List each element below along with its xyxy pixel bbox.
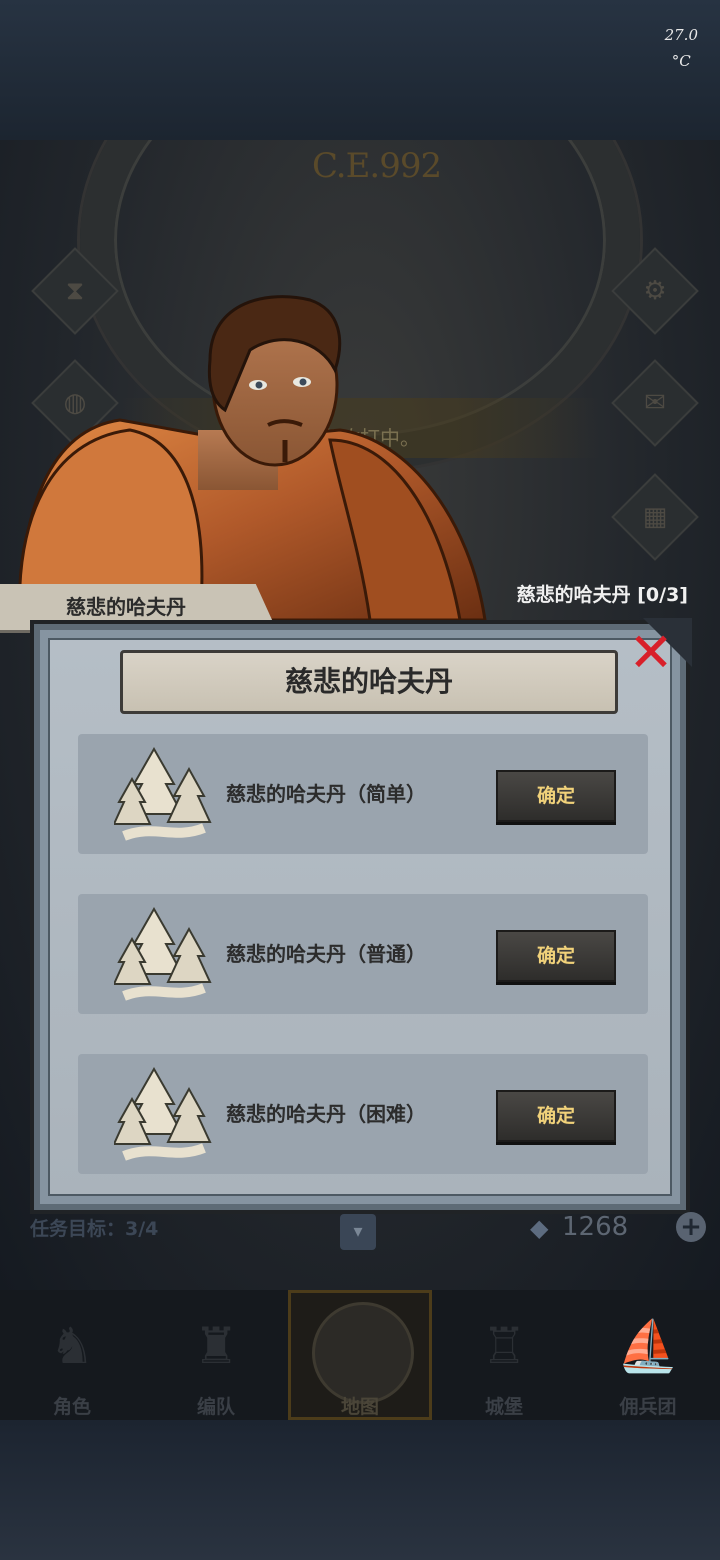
forest-icon (114, 746, 212, 841)
knight-icon: ♞ (49, 1317, 95, 1375)
close-button[interactable]: ✕ (620, 622, 682, 684)
close-icon: ✕ (628, 621, 674, 684)
compass-icon (312, 1302, 414, 1404)
nav-label: 城堡 (484, 1396, 523, 1418)
dialog-title: 慈悲的哈夫丹 (120, 650, 618, 714)
castle-icon: ♖ (481, 1317, 527, 1375)
add-gems-button[interactable]: + (676, 1212, 706, 1242)
nav-label: 角色 (52, 1396, 91, 1418)
npc-portrait (18, 295, 487, 620)
task-target: 任务目标：3/4 (30, 1218, 159, 1240)
option-label: 慈悲的哈夫丹（普通） (226, 942, 426, 966)
ship-icon: ⛵ (616, 1317, 680, 1375)
bottom-nav: ♞ 角色 ♜ 编队 地图 ♖ 城堡 ⛵ 佣兵团 (0, 1290, 720, 1420)
confirm-button[interactable]: 确定 (496, 770, 616, 822)
mail-button[interactable]: ✉ (611, 359, 699, 447)
mail-icon: ✉ (644, 388, 666, 418)
hud-row: 任务目标：3/4 ▾ ◆ 1268 + (0, 1210, 720, 1250)
building-icon: ▦ (642, 502, 668, 532)
gem-icon: ◆ (530, 1214, 549, 1242)
temperature-readout: 27.0 °C (665, 22, 698, 74)
quest-dialog: 慈悲的哈夫丹 ✕ 慈悲的哈夫丹（简单） 确定 慈悲的哈夫丹（普通） 确定 慈悲的… (30, 618, 692, 1214)
nav-label: 编队 (196, 1396, 235, 1418)
forest-icon (114, 1066, 212, 1161)
difficulty-option-normal: 慈悲的哈夫丹（普通） 确定 (78, 894, 648, 1014)
temperature-value: 27.0 (664, 26, 698, 44)
nav-label: 佣兵团 (619, 1396, 677, 1418)
bottom-gesture-area (0, 1420, 720, 1560)
quest-progress: 慈悲的哈夫丹 [0/3] (516, 584, 688, 606)
difficulty-option-hard: 慈悲的哈夫丹（困难） 确定 (78, 1054, 648, 1174)
nav-tab-mercenary[interactable]: ⛵ 佣兵团 (576, 1290, 720, 1420)
confirm-button[interactable]: 确定 (496, 1090, 616, 1142)
nav-tab-castle[interactable]: ♖ 城堡 (432, 1290, 576, 1420)
nav-tab-character[interactable]: ♞ 角色 (0, 1290, 144, 1420)
confirm-button[interactable]: 确定 (496, 930, 616, 982)
gear-icon: ⚙ (643, 276, 667, 306)
gem-count: 1268 (562, 1212, 629, 1242)
building-button[interactable]: ▦ (611, 473, 699, 561)
plus-icon: + (680, 1212, 702, 1242)
status-bar: 27.0 °C (0, 0, 720, 140)
temperature-unit: °C (671, 52, 691, 70)
option-label: 慈悲的哈夫丹（简单） (226, 782, 426, 806)
helmet-icon: ♜ (193, 1317, 239, 1375)
forest-icon (114, 906, 212, 1001)
difficulty-option-easy: 慈悲的哈夫丹（简单） 确定 (78, 734, 648, 854)
nav-tab-formation[interactable]: ♜ 编队 (144, 1290, 288, 1420)
year-display: C.E.992 (312, 146, 442, 186)
nav-tab-map[interactable]: 地图 (288, 1290, 432, 1420)
collapse-button[interactable]: ▾ (340, 1214, 376, 1250)
option-label: 慈悲的哈夫丹（困难） (226, 1102, 426, 1126)
nav-label: 地图 (340, 1396, 379, 1418)
